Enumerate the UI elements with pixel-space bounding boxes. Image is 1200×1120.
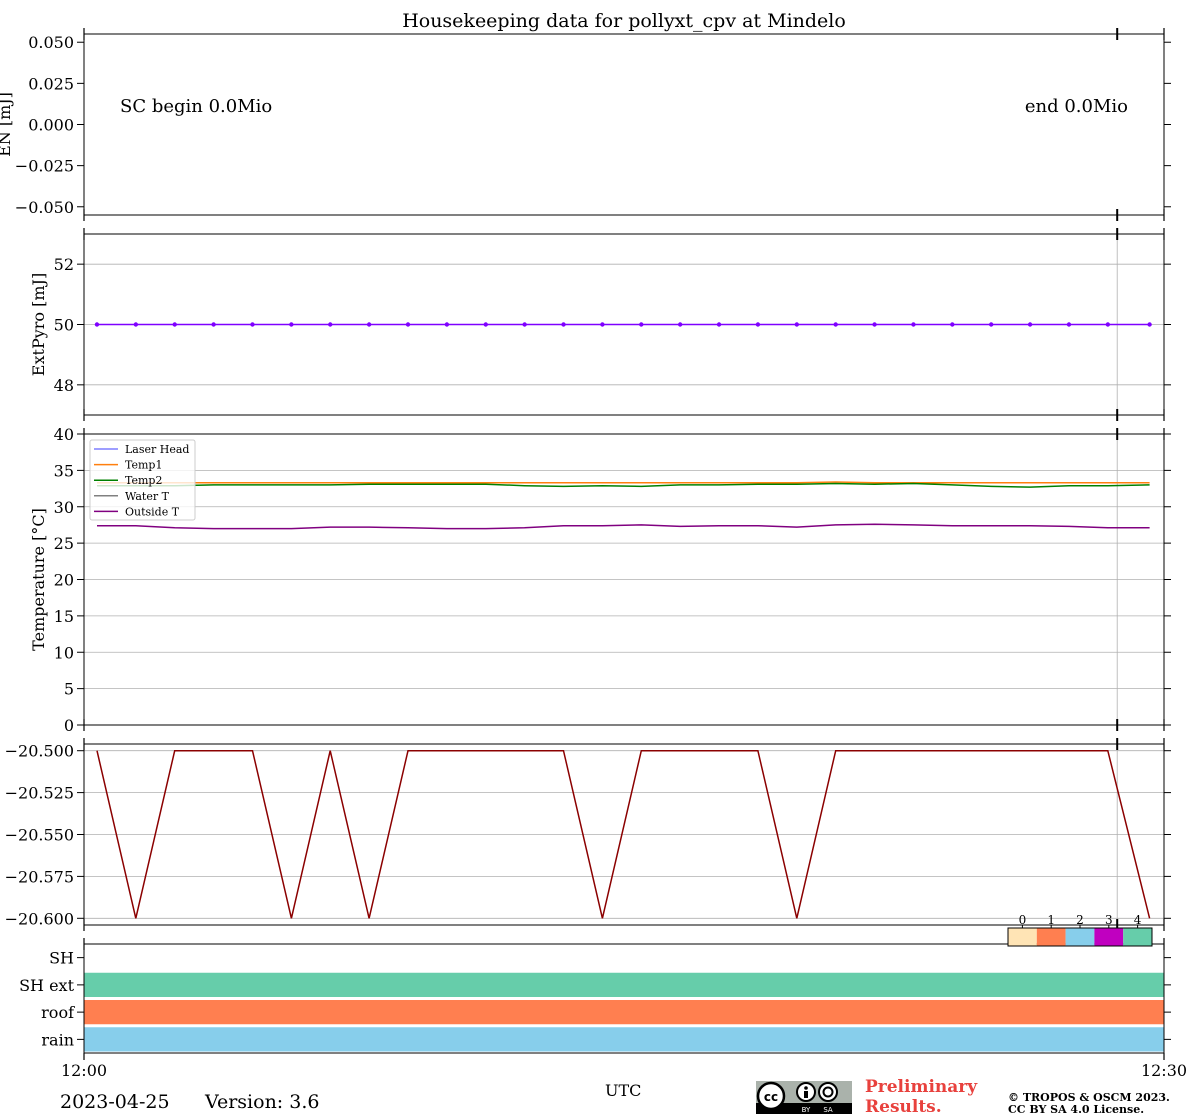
extpyro-point-20: [872, 322, 877, 327]
extpyro-point-11: [522, 322, 527, 327]
extpyro-point-19: [833, 322, 838, 327]
sa-icon: [818, 1082, 838, 1102]
colorbar-cell-1: [1036, 928, 1066, 946]
housekeeping-figure: −0.050 −0.025 0.000 0.025 0.050 EN [mJ] SC beg…: [0, 28, 1187, 1080]
extpyro-point-12: [561, 322, 566, 327]
fourth-ytick-label-3: −20.525: [5, 784, 74, 803]
colorbar-cell-2: [1065, 928, 1095, 946]
energy-ylabel: EN [mJ]: [0, 92, 14, 157]
temperature-ytick-label-4: 20: [54, 571, 74, 590]
extpyro-point-15: [677, 322, 683, 327]
status-row-label-2: roof: [41, 1003, 75, 1022]
extpyro-point-9: [444, 322, 450, 327]
temperature-legend-label-0: Laser Head: [125, 443, 189, 456]
copyright-note: © TROPOS & OSCM 2023. CC BY SA 4.0 Licen…: [1008, 1092, 1170, 1116]
energy-ytick-label-1: −0.025: [15, 157, 74, 176]
energy-annotation-end: end 0.0Mio: [1025, 96, 1128, 117]
svg-text:cc: cc: [764, 1090, 778, 1104]
x-tick-label-1: 12:30: [1141, 1061, 1187, 1080]
colorbar-tick-label-2: 2: [1076, 913, 1084, 927]
extpyro-point-3: [211, 322, 216, 327]
extpyro-point-6: [328, 322, 333, 327]
extpyro-point-21: [911, 322, 916, 327]
energy-annotation-begin: SC begin 0.0Mio: [120, 96, 272, 117]
sa-badge-text: SA: [823, 1106, 833, 1114]
status-bar-sh-ext: [84, 972, 1164, 997]
preliminary-line-2: Results.: [865, 1097, 942, 1117]
extpyro-point-14: [639, 322, 644, 327]
extpyro-point-27: [1147, 322, 1152, 327]
energy-ytick-label-0: −0.050: [15, 198, 74, 217]
extpyro-point-25: [1066, 322, 1072, 327]
temperature-ytick-label-7: 35: [54, 461, 74, 480]
temperature-legend-label-4: Outside T: [125, 505, 180, 518]
temperature-ytick-label-3: 15: [54, 607, 74, 626]
extpyro-ylabel: ExtPyro [mJ]: [29, 273, 48, 376]
status-row-label-0: SH: [49, 949, 74, 968]
colorbar-tick-label-4: 4: [1134, 913, 1142, 927]
energy-ytick-label-4: 0.050: [28, 33, 74, 52]
energy-axes-frame: [83, 33, 1165, 216]
temperature-ytick-label-2: 10: [54, 643, 74, 662]
fourth-ytick-label-0: −20.600: [5, 909, 74, 928]
fourth-ytick-label-4: −20.500: [5, 742, 74, 761]
extpyro-point-18: [794, 322, 799, 327]
colorbar-tick-label-3: 3: [1105, 913, 1113, 927]
extpyro-point-5: [289, 322, 294, 327]
extpyro-point-16: [716, 322, 722, 327]
extpyro-point-22: [950, 322, 955, 327]
energy-ytick-label-2: 0.000: [28, 116, 74, 135]
x-tick-label-0: 12:00: [61, 1061, 107, 1080]
colorbar-tick-label-0: 0: [1019, 913, 1027, 927]
energy-ytick-label-3: 0.025: [28, 74, 74, 93]
temperature-legend-label-3: Water T: [125, 490, 170, 503]
temperature-ytick-label-8: 40: [54, 425, 74, 444]
preliminary-line-1: Preliminary: [865, 1077, 978, 1097]
chart-title: Housekeeping data for pollyxt_cpv at Min…: [402, 10, 846, 32]
temperature-series-1-line: [97, 481, 1150, 484]
x-axis-label: UTC: [605, 1081, 642, 1100]
extpyro-ytick-label-1: 50: [54, 316, 74, 335]
extpyro-point-7: [366, 322, 372, 327]
extpyro-ytick-label-0: 48: [54, 376, 74, 395]
status-bar-roof: [84, 1000, 1164, 1025]
extpyro-point-24: [1027, 322, 1033, 327]
temperature-ytick-label-1: 5: [64, 680, 74, 699]
colorbar-tick-label-1: 1: [1047, 913, 1055, 927]
colorbar-cell-3: [1094, 928, 1124, 946]
temperature-ylabel: Temperature [°C]: [29, 508, 48, 651]
temperature-series-2-line: [97, 482, 1150, 488]
date-label: 2023-04-25: [60, 1091, 170, 1113]
extpyro-point-1: [133, 322, 139, 327]
temperature-legend-label-1: Temp1: [125, 459, 162, 472]
status-row-label-1: SH ext: [19, 976, 74, 995]
status-bar-rain: [84, 1027, 1164, 1052]
temperature-ytick-label-0: 0: [64, 716, 74, 735]
extpyro-ytick-label-2: 52: [54, 255, 74, 274]
preliminary-results-note: Preliminary Results.: [865, 1077, 977, 1117]
extpyro-point-23: [989, 322, 994, 327]
extpyro-point-8: [405, 322, 411, 327]
status-row-label-3: rain: [41, 1030, 74, 1049]
temperature-ytick-label-5: 25: [54, 534, 74, 553]
temperature-series-4-line: [97, 523, 1150, 530]
version-label: Version: 3.6: [205, 1091, 320, 1113]
extpyro-point-17: [755, 322, 761, 327]
extpyro-point-10: [483, 322, 488, 327]
extpyro-point-4: [250, 322, 255, 327]
extpyro-point-13: [600, 322, 605, 327]
fourth-ytick-label-1: −20.575: [5, 867, 74, 886]
by-badge-text: BY: [802, 1106, 811, 1114]
temperature-legend-label-2: Temp2: [125, 474, 162, 487]
colorbar-cell-4: [1123, 928, 1152, 946]
cc-by-sa-logo: cc BY SA: [756, 1081, 852, 1114]
extpyro-point-2: [172, 322, 177, 327]
copyright-line-2: CC BY SA 4.0 License.: [1008, 1103, 1145, 1116]
temperature-ytick-label-6: 30: [54, 498, 74, 517]
extpyro-point-0: [94, 322, 100, 327]
fourth-ytick-label-2: −20.550: [5, 826, 74, 845]
colorbar-cell-0: [1008, 928, 1037, 946]
extpyro-point-26: [1105, 322, 1111, 327]
